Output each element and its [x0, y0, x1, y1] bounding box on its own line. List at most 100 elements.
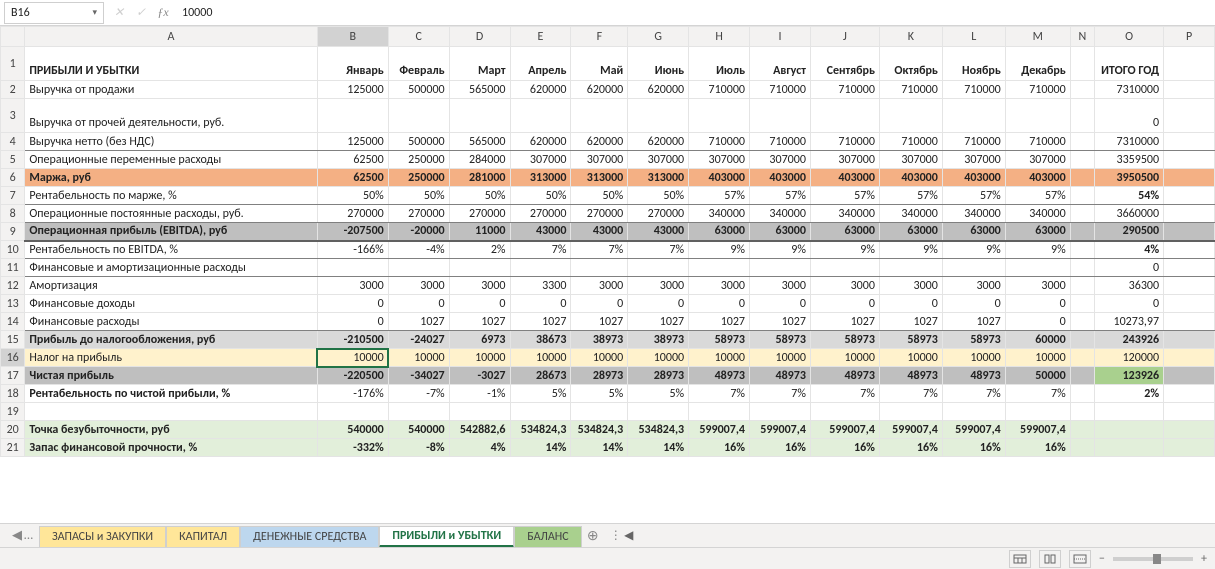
cell[interactable]: 599007,4 [942, 421, 1005, 439]
cell[interactable]: 6973 [449, 331, 510, 349]
cell[interactable]: 16% [1005, 439, 1070, 457]
cell[interactable]: 620000 [571, 81, 628, 99]
cell[interactable]: -207500 [317, 223, 388, 241]
row-label[interactable]: Амортизация [25, 277, 317, 295]
view-page-break-icon[interactable] [1069, 550, 1091, 568]
cell[interactable]: -7% [388, 385, 449, 403]
cell[interactable]: 403000 [750, 169, 811, 187]
cell[interactable]: 307000 [571, 151, 628, 169]
sheet-tab[interactable]: ДЕНЕЖНЫЕ СРЕДСТВА [240, 526, 379, 548]
cell[interactable]: 0 [942, 295, 1005, 313]
hscroll-left-icon[interactable]: ◀ [622, 528, 636, 543]
cell[interactable]: 38973 [571, 331, 628, 349]
row-total[interactable] [1095, 421, 1164, 439]
tab-nav[interactable]: ◀ … [6, 528, 39, 543]
cell[interactable]: 4% [449, 439, 510, 457]
cell[interactable]: 16% [810, 439, 879, 457]
cell[interactable]: 403000 [689, 169, 750, 187]
month-header[interactable]: Июль [689, 47, 750, 81]
cell[interactable]: 10000 [750, 349, 811, 367]
cell[interactable]: 50% [388, 187, 449, 205]
cell[interactable]: 307000 [689, 151, 750, 169]
cell[interactable]: 250000 [388, 151, 449, 169]
cell[interactable]: 0 [750, 295, 811, 313]
cell[interactable]: 63000 [942, 223, 1005, 241]
cell[interactable]: -20000 [388, 223, 449, 241]
cell[interactable]: 534824,3 [628, 421, 689, 439]
cell[interactable]: 710000 [810, 133, 879, 151]
cell[interactable]: 7% [810, 385, 879, 403]
row-header-19[interactable]: 19 [1, 403, 25, 421]
cell[interactable]: 307000 [942, 151, 1005, 169]
month-header[interactable]: Июнь [628, 47, 689, 81]
col-header-A[interactable]: A [25, 27, 317, 47]
col-header-O[interactable]: O [1095, 27, 1164, 47]
row-label[interactable]: Точка безубыточности, руб [25, 421, 317, 439]
cell[interactable]: 7% [689, 385, 750, 403]
cell[interactable]: 3000 [449, 277, 510, 295]
row-total[interactable]: 54% [1095, 187, 1164, 205]
cell[interactable]: 307000 [1005, 151, 1070, 169]
cell[interactable] [388, 403, 449, 421]
row-header-18[interactable]: 18 [1, 385, 25, 403]
row-total[interactable]: 0 [1095, 99, 1164, 133]
row-header-13[interactable]: 13 [1, 295, 25, 313]
cell[interactable]: 565000 [449, 133, 510, 151]
cell[interactable]: 1027 [879, 313, 942, 331]
cell[interactable]: 10000 [628, 349, 689, 367]
cell[interactable]: 60000 [1005, 331, 1070, 349]
cell[interactable]: 57% [810, 187, 879, 205]
cell[interactable]: 58973 [689, 331, 750, 349]
row-header-20[interactable]: 20 [1, 421, 25, 439]
cell[interactable] [942, 403, 1005, 421]
cell[interactable] [317, 99, 388, 133]
table-title[interactable]: ПРИБЫЛИ И УБЫТКИ [25, 47, 317, 81]
col-header-J[interactable]: J [810, 27, 879, 47]
cell[interactable]: 710000 [942, 81, 1005, 99]
row-header-17[interactable]: 17 [1, 367, 25, 385]
row-label[interactable]: Рентабельность по EBITDA, % [25, 241, 317, 259]
cell[interactable]: 313000 [510, 169, 571, 187]
cell[interactable]: 50000 [1005, 367, 1070, 385]
cell[interactable]: 10000 [510, 349, 571, 367]
cell[interactable]: 125000 [317, 81, 388, 99]
view-normal-icon[interactable] [1009, 550, 1031, 568]
cell[interactable]: 48973 [942, 367, 1005, 385]
row-label[interactable]: Запас финансовой прочности, % [25, 439, 317, 457]
cell[interactable]: 58973 [879, 331, 942, 349]
cell[interactable]: 540000 [317, 421, 388, 439]
cell[interactable]: 0 [628, 295, 689, 313]
cell[interactable]: 50% [317, 187, 388, 205]
row-header-14[interactable]: 14 [1, 313, 25, 331]
cancel-formula-icon[interactable]: ✕ [108, 2, 130, 24]
cell[interactable]: 2% [449, 241, 510, 259]
cell[interactable]: 0 [510, 295, 571, 313]
row-label[interactable]: Выручка от продажи [25, 81, 317, 99]
row-total[interactable] [1095, 403, 1164, 421]
month-header[interactable]: Январь [317, 47, 388, 81]
cell[interactable]: 7% [942, 385, 1005, 403]
cell[interactable]: 403000 [879, 169, 942, 187]
cell[interactable]: 710000 [750, 81, 811, 99]
cell[interactable] [810, 99, 879, 133]
cell[interactable]: 540000 [388, 421, 449, 439]
cell[interactable] [879, 403, 942, 421]
row-total[interactable]: 123926 [1095, 367, 1164, 385]
cell[interactable]: 10000 [1005, 349, 1070, 367]
sheet-tab[interactable]: КАПИТАЛ [166, 526, 240, 548]
cell[interactable]: 620000 [628, 133, 689, 151]
cell[interactable] [689, 403, 750, 421]
cell[interactable]: 307000 [810, 151, 879, 169]
month-header[interactable]: Сентябрь [810, 47, 879, 81]
cell[interactable]: 10000 [689, 349, 750, 367]
cell[interactable]: -176% [317, 385, 388, 403]
cell[interactable] [449, 259, 510, 277]
cell[interactable]: 28973 [571, 367, 628, 385]
cell[interactable]: 620000 [628, 81, 689, 99]
month-header[interactable]: Декабрь [1005, 47, 1070, 81]
cell[interactable]: 307000 [628, 151, 689, 169]
cell[interactable]: 14% [571, 439, 628, 457]
cell[interactable]: 3000 [942, 277, 1005, 295]
cell[interactable]: 50% [510, 187, 571, 205]
cell[interactable] [1005, 403, 1070, 421]
